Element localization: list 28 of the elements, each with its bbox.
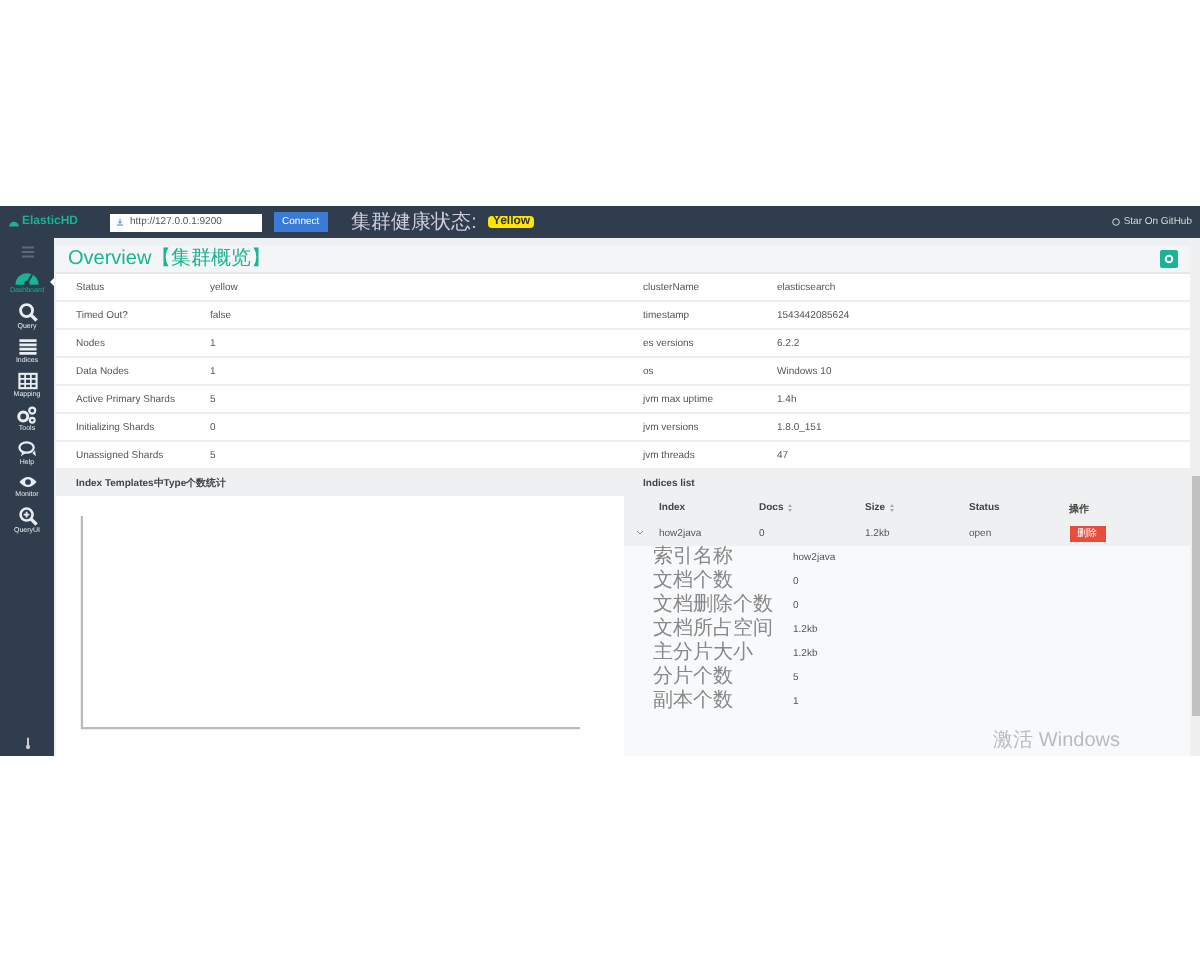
github-icon [1111,218,1120,226]
detail-label: 主分片大小 [653,642,753,665]
menu-icon[interactable] [19,246,35,258]
detail-label: 文档个数 [653,570,733,593]
thermometer-icon [23,736,31,750]
detail-label: 文档删除个数 [653,594,773,617]
sort-icon [889,504,894,512]
detail-label: 副本个数 [653,690,733,714]
gauge-icon [8,217,20,227]
os-activation-notice: 激活 Windows [993,730,1120,754]
detail-label: 索引名称 [653,546,733,569]
overview-title: Overview【集群概览】 [68,247,272,271]
chat-bubbles-icon [17,440,37,458]
settings-icon [1164,254,1174,264]
scrollbar[interactable] [1190,246,1200,756]
gears-icon [16,406,38,424]
zoom-in-icon [17,506,37,526]
table-icon [17,372,37,390]
search-icon [17,302,37,322]
list-icon [17,338,37,356]
gauge-icon [14,268,40,286]
sort-icon [787,504,792,512]
health-label: 集群健康状态: [351,209,477,236]
settings-button[interactable] [1160,250,1178,268]
eye-icon [17,474,37,490]
download-icon [116,218,125,226]
detail-label: 分片个数 [653,666,733,689]
detail-label: 文档所占空间 [653,618,773,641]
